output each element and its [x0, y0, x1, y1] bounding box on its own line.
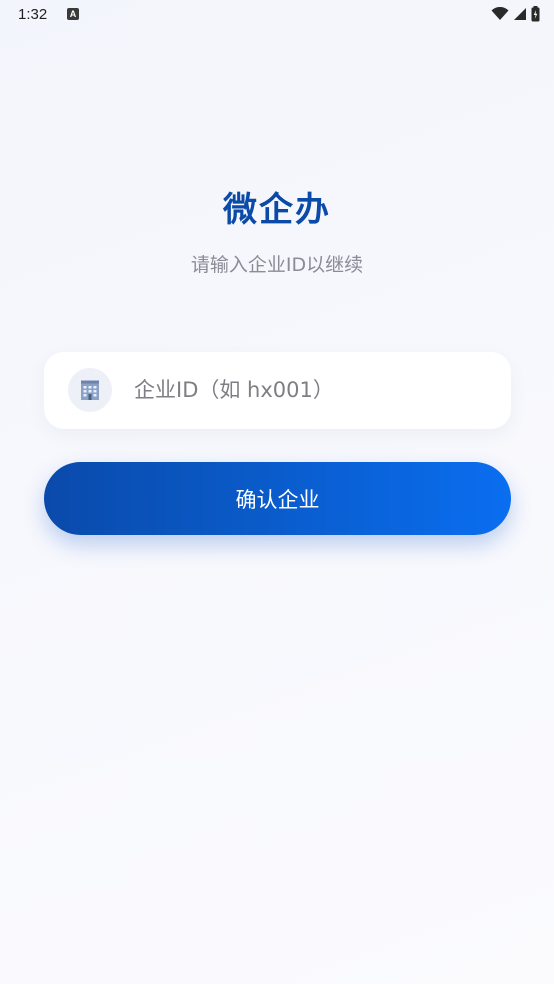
status-bar: 1:32 A: [0, 0, 554, 32]
enterprise-id-input[interactable]: [134, 370, 494, 410]
battery-icon: [531, 6, 540, 22]
app-title: 微企办: [223, 190, 331, 230]
confirm-enterprise-button[interactable]: 确认企业: [44, 462, 511, 535]
wifi-icon: [491, 7, 509, 21]
status-time: 1:32: [18, 6, 48, 23]
enterprise-id-card: [44, 352, 511, 429]
office-building-icon: [68, 368, 112, 412]
app-subtitle: 请输入企业ID以继续: [190, 254, 364, 276]
signal-icon: [513, 7, 527, 21]
a-letter-icon: A: [67, 8, 79, 20]
status-icons: [491, 6, 540, 22]
